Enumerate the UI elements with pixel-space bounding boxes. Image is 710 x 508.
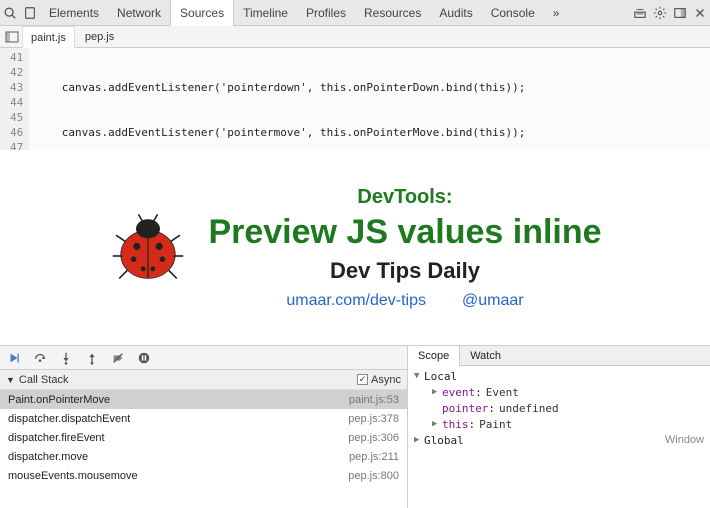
file-tab-pep[interactable]: pep.js (77, 26, 122, 48)
device-icon[interactable] (20, 0, 40, 26)
tab-resources[interactable]: Resources (355, 0, 430, 26)
resume-icon[interactable] (6, 350, 22, 366)
hero-links: umaar.com/dev-tips@umaar (208, 292, 601, 310)
scope-var[interactable]: pointer:undefined (408, 400, 710, 416)
drawer-icon[interactable] (630, 0, 650, 26)
stack-row[interactable]: Paint.onPointerMovepaint.js:53 (0, 390, 407, 409)
debug-toolbar (0, 346, 407, 370)
scope-var[interactable]: ▶event:Event (408, 384, 710, 400)
tab-sources[interactable]: Sources (170, 0, 234, 26)
tab-network[interactable]: Network (108, 0, 170, 26)
toolbar: Elements Network Sources Timeline Profil… (0, 0, 710, 26)
step-over-icon[interactable] (32, 350, 48, 366)
dock-icon[interactable] (670, 0, 690, 26)
scope-var[interactable]: ▶this:Paint (408, 416, 710, 432)
file-tabs: paint.js pep.js (0, 26, 710, 48)
hero-line2: Preview JS values inline (208, 213, 601, 252)
tab-timeline[interactable]: Timeline (234, 0, 297, 26)
stack-row[interactable]: mouseEvents.mousemovepep.js:800 (0, 466, 407, 485)
ladybug-icon (108, 208, 188, 288)
stack-row[interactable]: dispatcher.fireEventpep.js:306 (0, 428, 407, 447)
close-icon[interactable] (690, 0, 710, 26)
call-stack-list: Paint.onPointerMovepaint.js:53 dispatche… (0, 390, 407, 508)
scope-tabs: Scope Watch (408, 346, 710, 366)
pause-icon[interactable] (136, 350, 152, 366)
debugger-pane: ▼ Call Stack ✓Async Paint.onPointerMovep… (0, 345, 710, 508)
file-tab-paint[interactable]: paint.js (22, 26, 75, 48)
hero-line3: Dev Tips Daily (208, 258, 601, 284)
tab-audits[interactable]: Audits (430, 0, 481, 26)
tab-watch[interactable]: Watch (460, 346, 511, 366)
step-into-icon[interactable] (58, 350, 74, 366)
async-checkbox[interactable]: ✓ (357, 374, 368, 385)
step-out-icon[interactable] (84, 350, 100, 366)
stack-row[interactable]: dispatcher.dispatchEventpep.js:378 (0, 409, 407, 428)
hero-line1: DevTools: (208, 186, 601, 209)
async-label: Async (371, 374, 401, 386)
chevron-down-icon: ▼ (6, 375, 15, 385)
stack-row[interactable]: dispatcher.movepep.js:211 (0, 447, 407, 466)
search-icon[interactable] (0, 0, 20, 26)
tab-scope[interactable]: Scope (408, 346, 460, 366)
scope-local[interactable]: ▼Local (408, 368, 710, 384)
tab-console[interactable]: Console (482, 0, 544, 26)
scope-tree: ▼Local ▶event:Event pointer:undefined ▶t… (408, 366, 710, 508)
tab-profiles[interactable]: Profiles (297, 0, 355, 26)
sidebar-toggle-icon[interactable] (4, 29, 20, 45)
deactivate-breakpoints-icon[interactable] (110, 350, 126, 366)
tab-overflow[interactable]: » (544, 0, 569, 26)
call-stack-label: Call Stack (19, 374, 69, 386)
tab-elements[interactable]: Elements (40, 0, 108, 26)
title-overlay: DevTools: Preview JS values inline Dev T… (0, 150, 710, 345)
scope-global[interactable]: ▶GlobalWindow (408, 432, 710, 448)
gear-icon[interactable] (650, 0, 670, 26)
call-stack-header[interactable]: ▼ Call Stack ✓Async (0, 370, 407, 390)
